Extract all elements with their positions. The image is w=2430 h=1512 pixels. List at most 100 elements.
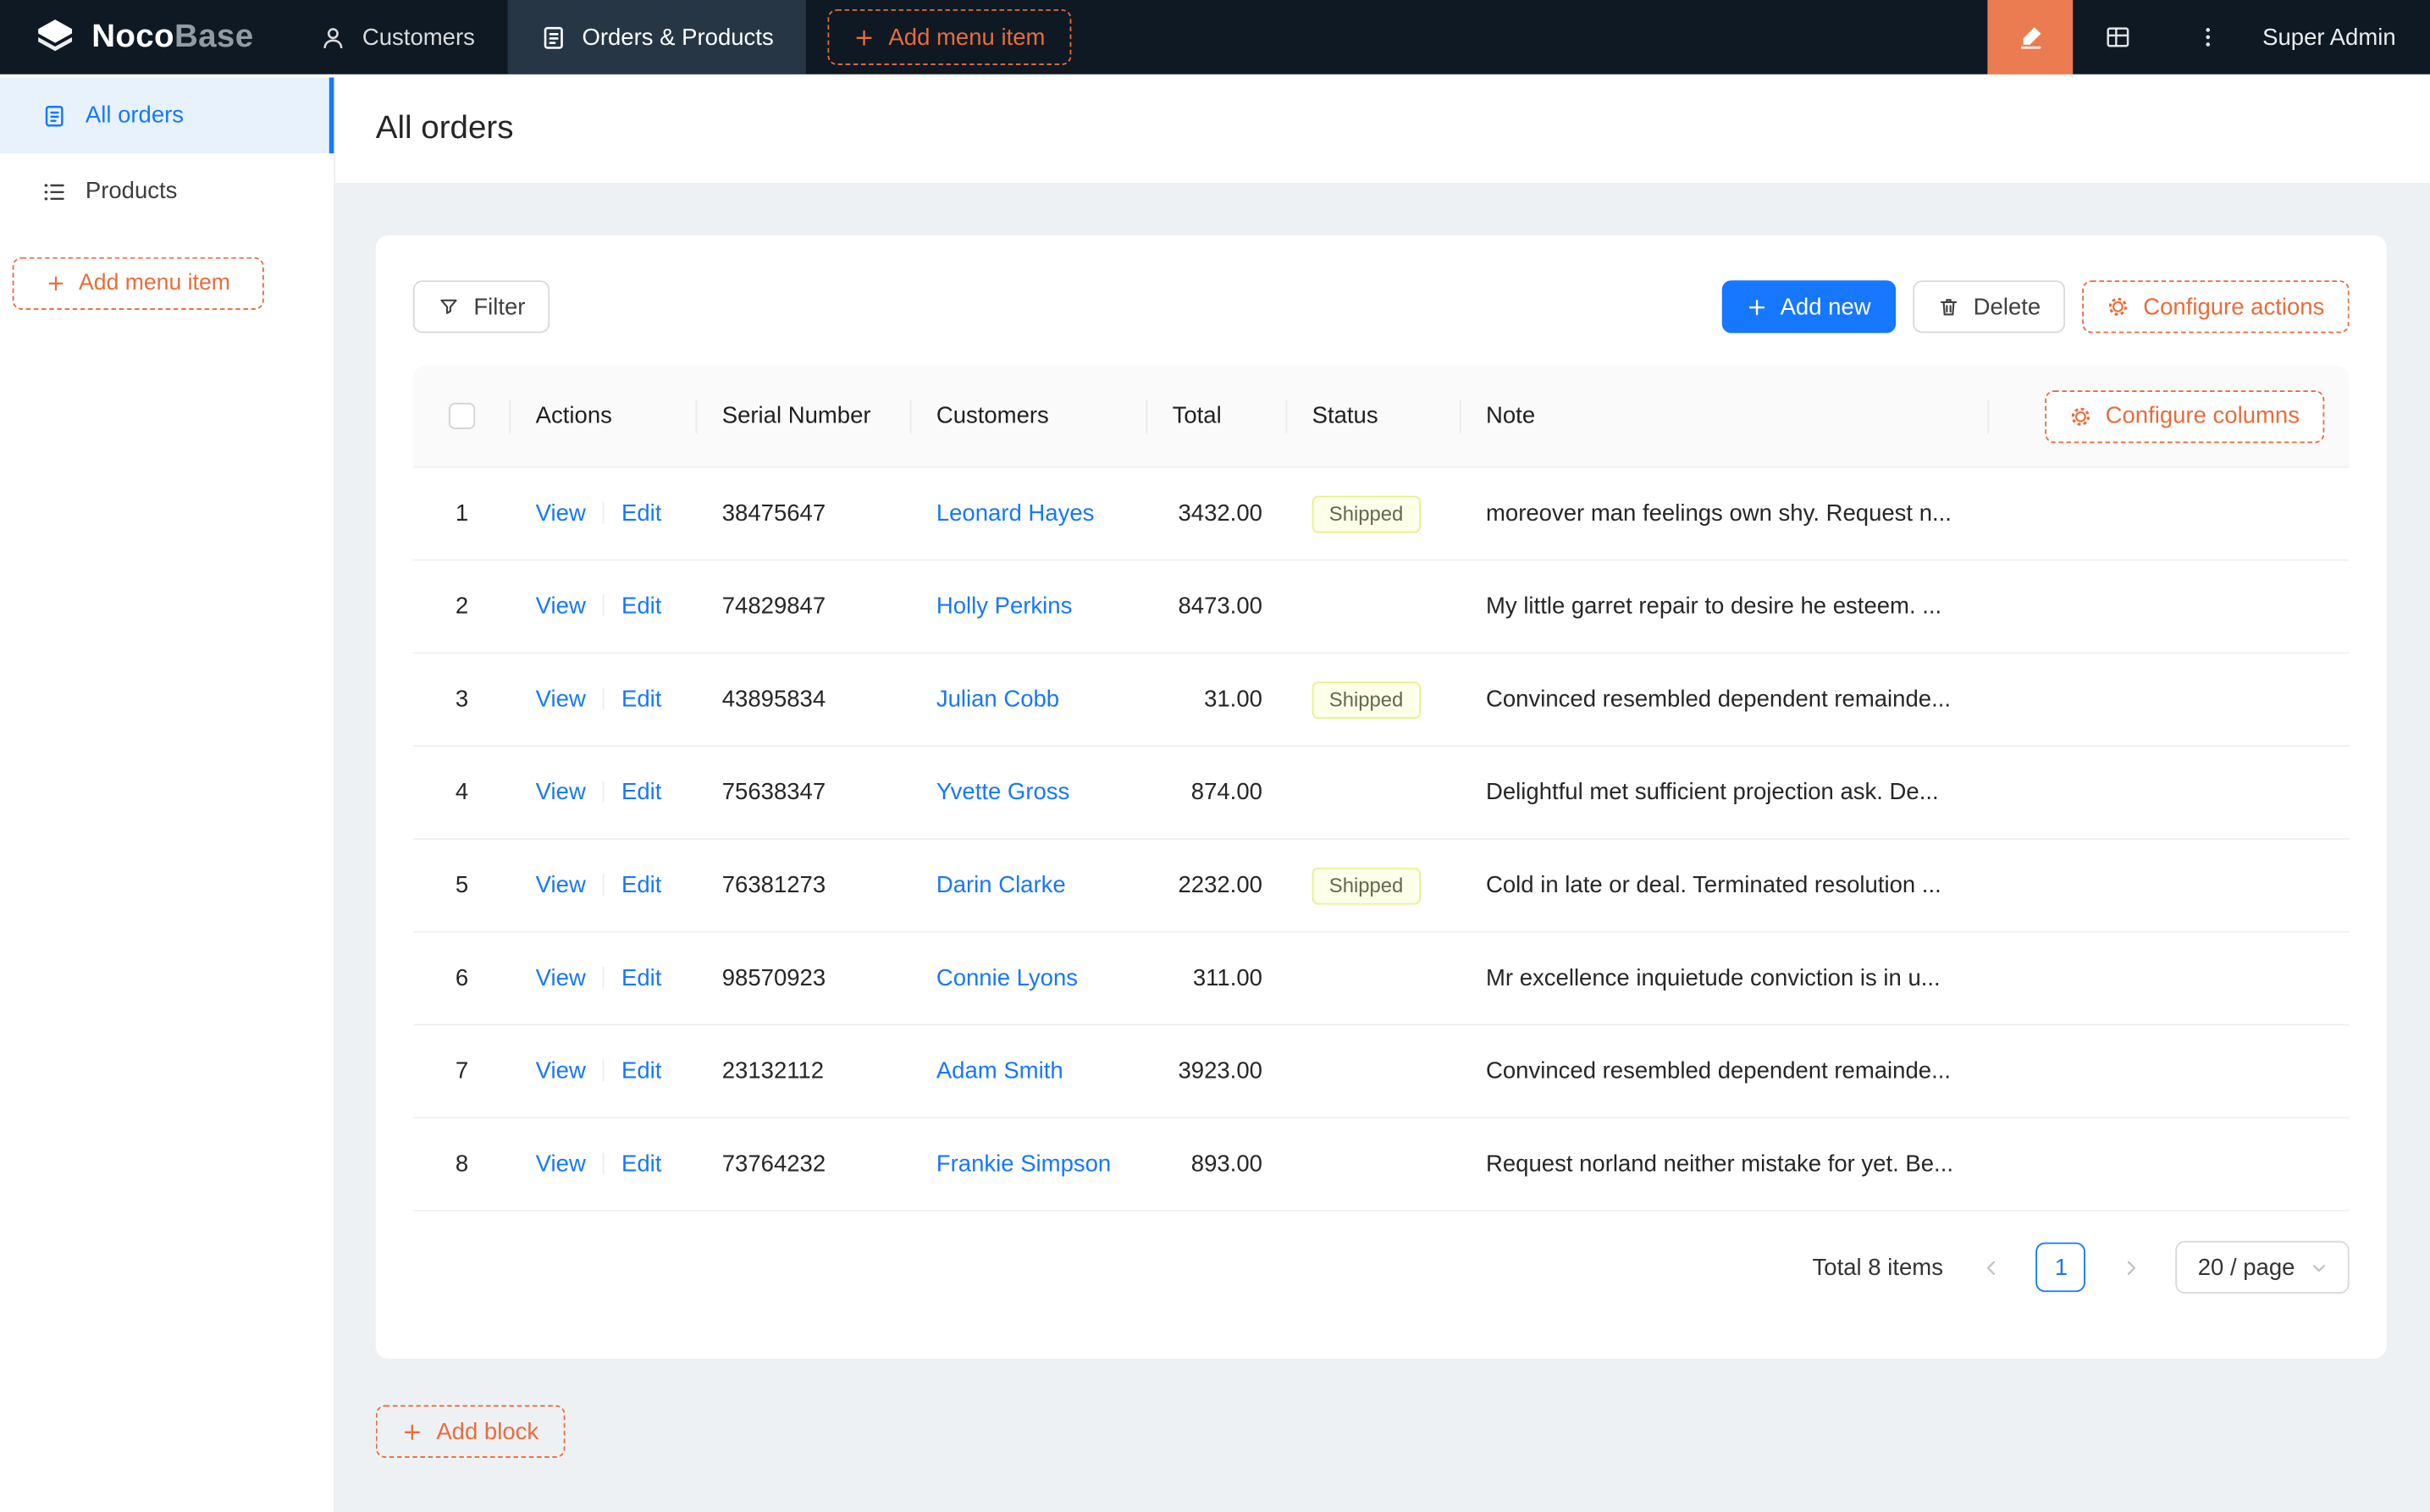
header-select-cell <box>413 366 511 466</box>
logo-text-light: Base <box>174 18 254 55</box>
plus-icon <box>402 1421 422 1442</box>
customer-link[interactable]: Yvette Gross <box>936 779 1069 805</box>
menu-item-label: Orders & Products <box>582 24 774 51</box>
action-divider <box>603 594 605 617</box>
serial-number-cell: 43895834 <box>721 686 826 713</box>
kebab-icon <box>2195 25 2220 49</box>
total-cell: 3923.00 <box>1178 1057 1262 1084</box>
view-link[interactable]: View <box>536 1151 586 1178</box>
customer-cell: Yvette Gross <box>911 779 1147 805</box>
sidebar-add-menu-item-button[interactable]: Add menu item <box>12 257 264 310</box>
document-icon <box>42 103 67 128</box>
orders-table-card: Filter Add new Delete Configure actions … <box>375 235 2387 1359</box>
plus-icon <box>854 27 875 47</box>
customer-link[interactable]: Darin Clarke <box>936 872 1066 898</box>
customer-cell: Frankie Simpson <box>911 1151 1147 1178</box>
configure-actions-label: Configure actions <box>2143 293 2325 320</box>
edit-link[interactable]: Edit <box>621 500 661 527</box>
customer-link[interactable]: Holly Perkins <box>936 593 1073 620</box>
logo-icon <box>33 14 78 59</box>
navbar-right: Super Admin <box>1987 0 2430 74</box>
column-header-customers: Customers <box>911 366 1147 466</box>
action-divider <box>603 687 605 710</box>
total-cell: 893.00 <box>1190 1151 1262 1178</box>
view-link[interactable]: View <box>536 593 586 620</box>
add-new-button[interactable]: Add new <box>1720 280 1896 334</box>
table-row: 4 View Edit 75638347 Yvette Gross 874.00 <box>412 747 2350 840</box>
row-index: 2 <box>455 593 469 620</box>
edit-link[interactable]: Edit <box>621 1151 661 1178</box>
menu-item-orders-products[interactable]: Orders & Products <box>507 0 807 74</box>
total-cell: 31.00 <box>1204 686 1262 713</box>
status-cell: Shipped <box>1287 494 1461 533</box>
current-user-menu[interactable]: Super Admin <box>2253 24 2430 50</box>
total-cell: 3432.00 <box>1178 500 1262 527</box>
select-all-checkbox[interactable] <box>448 402 476 429</box>
edit-link[interactable]: Edit <box>621 965 661 991</box>
edit-link[interactable]: Edit <box>621 593 661 620</box>
view-link[interactable]: View <box>536 965 586 991</box>
actions-cell: View Edit <box>511 593 697 620</box>
view-link[interactable]: View <box>536 1058 586 1084</box>
edit-link[interactable]: Edit <box>621 687 661 713</box>
edit-link[interactable]: Edit <box>621 779 661 805</box>
configure-actions-button[interactable]: Configure actions <box>2082 280 2350 334</box>
customer-link[interactable]: Julian Cobb <box>936 687 1059 713</box>
total-cell: 311.00 <box>1192 965 1262 992</box>
actions-cell: View Edit <box>511 500 697 527</box>
column-header-status: Status <box>1287 366 1461 466</box>
collections-icon <box>2104 23 2132 51</box>
page-1-button[interactable]: 1 <box>2036 1242 2086 1293</box>
view-link[interactable]: View <box>536 687 586 713</box>
table-header-row: Actions Serial Number Customers Total St… <box>412 365 2350 468</box>
sidebar-item-all-orders[interactable]: All orders <box>0 77 334 154</box>
sidebar-item-label: Products <box>85 178 178 205</box>
sidebar-item-products[interactable]: Products <box>0 153 334 229</box>
menu-item-customers[interactable]: Customers <box>288 0 508 74</box>
sidebar-add-menu-item-label: Add menu item <box>79 271 230 296</box>
customer-link[interactable]: Connie Lyons <box>936 965 1078 991</box>
list-icon <box>42 179 67 203</box>
plus-icon <box>1746 296 1766 317</box>
serial-number-cell: 75638347 <box>721 779 826 806</box>
navbar-add-menu-item-label: Add menu item <box>888 24 1046 51</box>
customer-link[interactable]: Adam Smith <box>936 1058 1063 1084</box>
customer-link[interactable]: Frankie Simpson <box>936 1151 1111 1178</box>
table-row: 7 View Edit 23132112 Adam Smith 3923.00 <box>412 1025 2350 1119</box>
more-options-button[interactable] <box>2163 0 2253 74</box>
page-header: All orders <box>335 74 2430 183</box>
filter-button[interactable]: Filter <box>412 280 550 334</box>
configure-columns-button[interactable]: Configure columns <box>2045 389 2325 443</box>
view-link[interactable]: View <box>536 779 586 805</box>
customer-cell: Connie Lyons <box>911 965 1147 991</box>
actions-cell: View Edit <box>511 1058 697 1084</box>
row-index: 4 <box>455 779 469 806</box>
edit-link[interactable]: Edit <box>621 1058 661 1084</box>
collections-button[interactable] <box>2073 0 2162 74</box>
next-page-button[interactable] <box>2107 1243 2154 1293</box>
customer-cell: Leonard Hayes <box>911 500 1147 527</box>
status-badge: Shipped <box>1312 681 1421 719</box>
actions-cell: View Edit <box>511 779 697 805</box>
delete-button[interactable]: Delete <box>1913 280 2066 334</box>
page-size-select[interactable]: 20 / page <box>2176 1240 2350 1294</box>
view-link[interactable]: View <box>536 872 586 898</box>
note-cell: Convinced resembled dependent remainde..… <box>1486 1057 1951 1084</box>
row-index: 7 <box>455 1057 469 1084</box>
edit-link[interactable]: Edit <box>621 872 661 898</box>
prev-page-button[interactable] <box>1968 1243 2014 1293</box>
row-index: 6 <box>455 965 469 992</box>
status-cell: Shipped <box>1287 866 1461 904</box>
content: Filter Add new Delete Configure actions … <box>335 183 2430 1512</box>
add-block-button[interactable]: Add block <box>375 1404 566 1458</box>
navbar-add-menu-item-button[interactable]: Add menu item <box>827 8 1072 65</box>
nocobase-logo[interactable]: NocoBase <box>0 0 288 74</box>
serial-number-cell: 98570923 <box>721 965 826 992</box>
note-cell: My little garret repair to desire he est… <box>1486 593 1942 620</box>
customer-link[interactable]: Leonard Hayes <box>936 500 1095 527</box>
customer-cell: Julian Cobb <box>911 687 1147 713</box>
logo-text-bold: Noco <box>91 18 174 55</box>
ui-editor-button[interactable] <box>1987 0 2074 74</box>
view-link[interactable]: View <box>536 500 586 527</box>
plus-icon <box>47 274 65 293</box>
